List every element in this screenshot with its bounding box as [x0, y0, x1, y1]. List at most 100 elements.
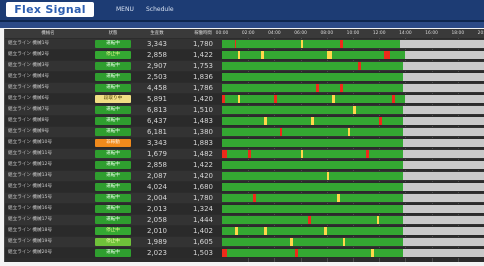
table-row[interactable]: 組立ライン 機械7号 運転中 6,813 1,510	[5, 105, 484, 115]
status-badge: 非稼動	[95, 139, 131, 147]
production-count: 2,058	[146, 216, 168, 224]
timeline-segment-running	[342, 84, 403, 92]
table-row[interactable]: 組立ライン 機械11号 運転中 1,679 1,482	[5, 149, 484, 159]
status-timeline[interactable]	[222, 40, 484, 48]
status-timeline[interactable]	[222, 73, 484, 81]
timeline-segment-idle	[405, 95, 484, 103]
table-row[interactable]: 組立ライン 機械2号 停止中 2,858 1,422	[5, 50, 484, 60]
table-row[interactable]: 組立ライン 機械16号 運転中 2,013 1,324	[5, 204, 484, 214]
machine-name: 組立ライン 機械15号	[8, 195, 53, 200]
operating-time: 1,780	[192, 194, 214, 202]
status-timeline[interactable]	[222, 95, 484, 103]
machine-name: 組立ライン 機械10号	[8, 140, 53, 145]
operating-time: 1,503	[192, 249, 214, 257]
status-badge: 運転中	[95, 84, 131, 92]
status-timeline[interactable]	[222, 84, 484, 92]
machine-name: 組立ライン 機械1号	[8, 41, 50, 46]
app-logo[interactable]: Flex Signal	[6, 2, 94, 17]
table-row[interactable]: 組立ライン 機械14号 運転中 4,024 1,680	[5, 182, 484, 192]
status-timeline[interactable]	[222, 150, 484, 158]
machine-name: 組立ライン 機械11号	[8, 151, 53, 156]
status-timeline[interactable]	[222, 183, 484, 191]
timeline-segment-running	[332, 51, 385, 59]
table-row[interactable]: 組立ライン 機械6号 段取り中 5,891 1,420	[5, 94, 484, 104]
table-row[interactable]: 組立ライン 機械4号 運転中 2,503 1,836	[5, 72, 484, 82]
timeline-segment-running	[311, 216, 377, 224]
status-timeline[interactable]	[222, 106, 484, 114]
machine-name: 組立ライン 機械9号	[8, 129, 50, 134]
status-timeline[interactable]	[222, 238, 484, 246]
production-count: 6,181	[146, 128, 168, 136]
header-production: 生産数	[150, 31, 164, 36]
status-badge: 運転中	[95, 73, 131, 81]
sub-toolbar	[0, 22, 484, 28]
status-timeline[interactable]	[222, 161, 484, 169]
status-timeline[interactable]	[222, 117, 484, 125]
table-row[interactable]: 組立ライン 機械9号 運転中 6,181 1,380	[5, 127, 484, 137]
timeline-segment-running	[222, 84, 317, 92]
table-row[interactable]: 組立ライン 機械10号 非稼動 3,343 1,883	[5, 138, 484, 148]
status-badge: 運転中	[95, 205, 131, 213]
timeline-segment-idle	[402, 238, 484, 246]
timeline-segment-idle	[402, 216, 484, 224]
machine-name: 組立ライン 機械2号	[8, 52, 50, 57]
timeline-segment-running	[360, 62, 403, 70]
table-row[interactable]: 組立ライン 機械12号 運転中 2,858 1,422	[5, 160, 484, 170]
timeline-segment-running	[222, 139, 403, 147]
status-timeline[interactable]	[222, 205, 484, 213]
nav-menu-link[interactable]: MENU	[116, 5, 134, 15]
production-count: 4,458	[146, 84, 168, 92]
machine-name: 組立ライン 機械12号	[8, 162, 53, 167]
status-timeline[interactable]	[222, 216, 484, 224]
status-timeline[interactable]	[222, 128, 484, 136]
timeline-segment-running	[237, 227, 264, 235]
timeline-segment-running	[350, 128, 403, 136]
timeline-segment-running	[373, 249, 403, 257]
table-row[interactable]: 組立ライン 機械1号 運転中 3,343 1,780	[5, 39, 484, 49]
time-axis-label: 12:00	[372, 31, 386, 36]
status-timeline[interactable]	[222, 227, 484, 235]
timeline-segment-running	[222, 183, 403, 191]
status-timeline[interactable]	[222, 249, 484, 257]
status-timeline[interactable]	[222, 62, 484, 70]
status-timeline[interactable]	[222, 172, 484, 180]
nav-schedule-link[interactable]: Schedule	[146, 5, 174, 15]
timeline-segment-idle	[402, 117, 484, 125]
timeline-segment-running	[379, 216, 403, 224]
table-row[interactable]: 組立ライン 機械20号 運転中 2,023 1,503	[5, 248, 484, 258]
status-badge: 停止中	[95, 238, 131, 246]
timeline-segment-running	[368, 150, 403, 158]
table-row[interactable]: 組立ライン 機械3号 運転中 2,907 1,753	[5, 61, 484, 71]
timeline-segment-running	[240, 95, 275, 103]
table-row[interactable]: 組立ライン 機械18号 停止中 2,010 1,402	[5, 226, 484, 236]
timeline-segment-running	[222, 128, 280, 136]
table-row[interactable]: 組立ライン 機械19号 停止中 1,989 1,605	[5, 237, 484, 247]
table-row[interactable]: 組立ライン 機械15号 運転中 2,004 1,780	[5, 193, 484, 203]
timeline-segment-running	[227, 150, 249, 158]
timeline-segment-running	[222, 106, 353, 114]
status-timeline[interactable]	[222, 194, 484, 202]
machine-name: 組立ライン 機械3号	[8, 63, 50, 68]
table-row[interactable]: 組立ライン 機械17号 運転中 2,058 1,444	[5, 215, 484, 225]
table-row[interactable]: 組立ライン 機械8号 運転中 6,437 1,483	[5, 116, 484, 126]
timeline-segment-running	[236, 40, 301, 48]
status-badge: 運転中	[95, 216, 131, 224]
timeline-segment-idle	[402, 249, 484, 257]
table-row[interactable]: 組立ライン 機械5号 運転中 4,458 1,786	[5, 83, 484, 93]
status-timeline[interactable]	[222, 139, 484, 147]
timeline-segment-running	[222, 205, 403, 213]
status-badge: 運転中	[95, 62, 131, 70]
machine-name: 組立ライン 機械20号	[8, 250, 53, 255]
timeline-segment-running	[339, 194, 403, 202]
production-count: 3,343	[146, 139, 168, 147]
operating-time: 1,753	[192, 62, 214, 70]
timeline-segment-running	[292, 238, 343, 246]
machine-name: 組立ライン 機械5号	[8, 85, 50, 90]
timeline-segment-running	[222, 194, 254, 202]
timeline-segment-running	[342, 40, 401, 48]
production-count: 1,989	[146, 238, 168, 246]
timeline-segment-running	[240, 51, 262, 59]
status-timeline[interactable]	[222, 51, 484, 59]
operating-time: 1,605	[192, 238, 214, 246]
table-row[interactable]: 組立ライン 機械13号 運転中 2,087 1,420	[5, 171, 484, 181]
